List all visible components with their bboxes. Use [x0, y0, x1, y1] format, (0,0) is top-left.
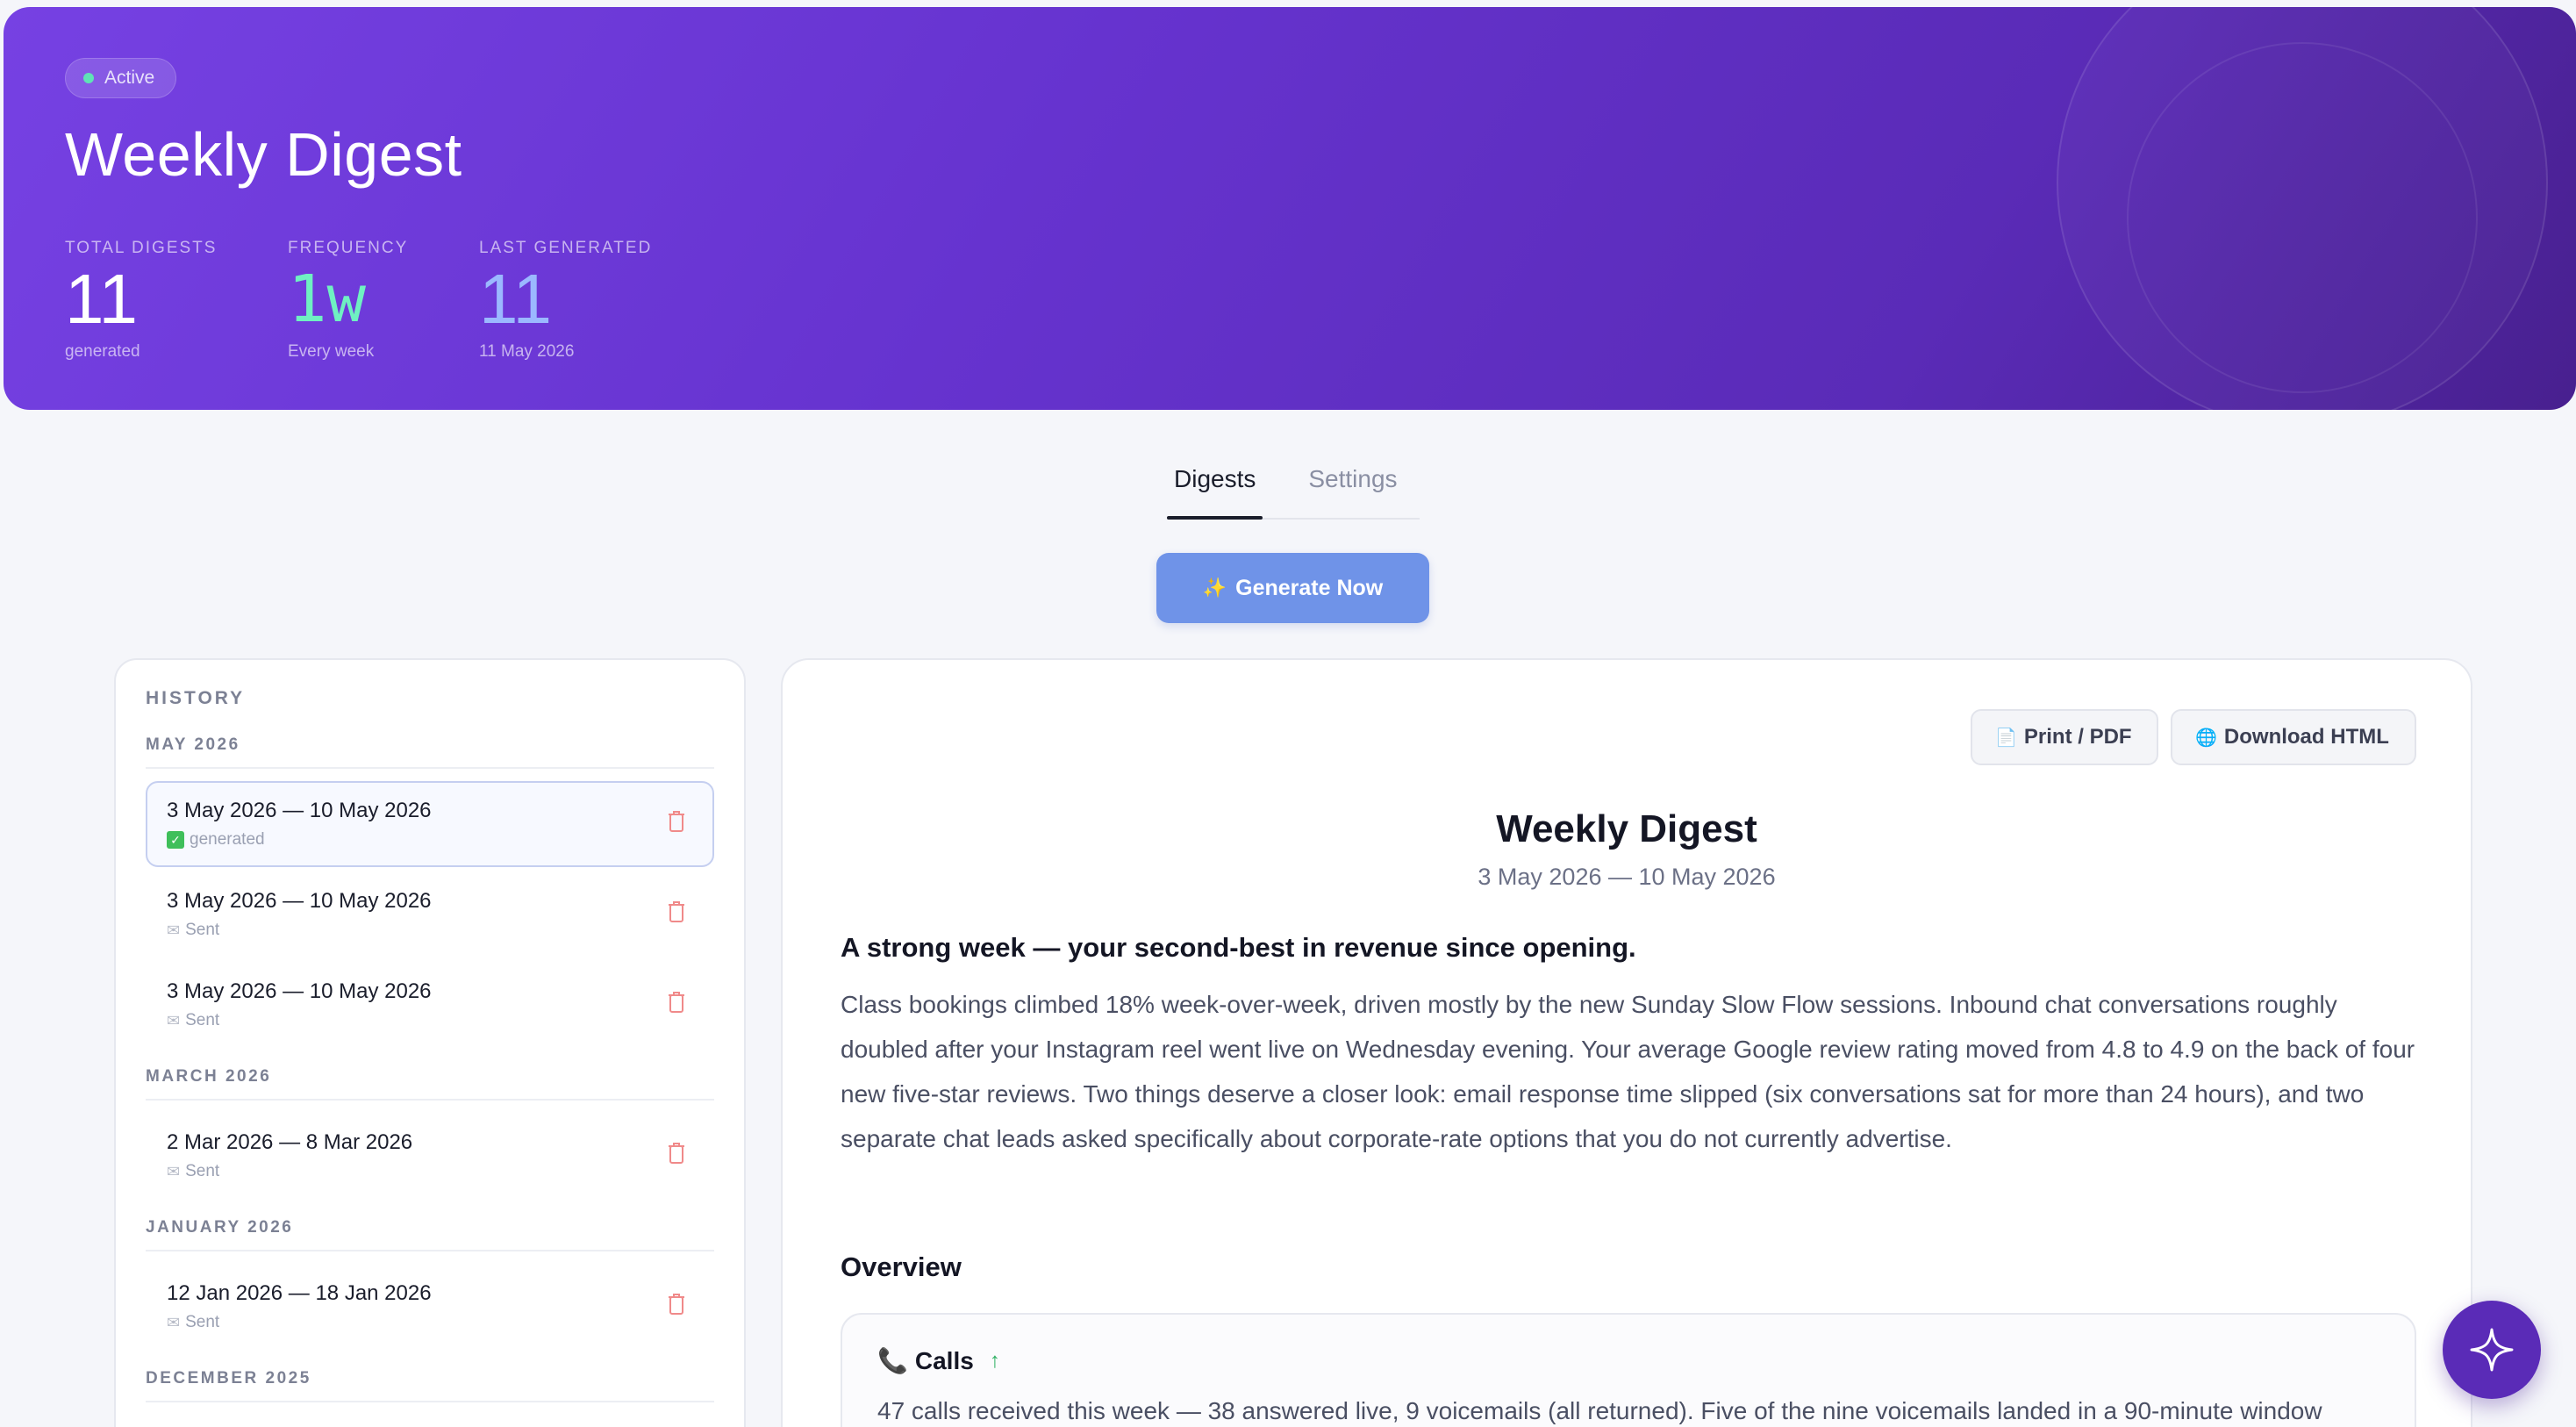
calls-text: 47 calls received this week — 38 answere… — [877, 1397, 2322, 1424]
trash-icon[interactable] — [667, 990, 686, 1015]
digest-date-range: 3 May 2026 — 10 May 2026 — [1478, 864, 1776, 890]
phone-icon: 📞 — [877, 1347, 908, 1374]
history-entry-range: 3 May 2026 — 10 May 2026 — [167, 889, 432, 913]
history-entry[interactable]: 3 May 2026 — 10 May 2026 ✉ Sent — [146, 962, 714, 1048]
document-icon: 📄 — [1995, 728, 2017, 748]
history-panel: HISTORY MAY 2026 3 May 2026 — 10 May 202… — [114, 658, 746, 1427]
calls-header: 📞 Calls ↑ — [877, 1346, 1000, 1375]
stat-value: 1w — [288, 262, 367, 337]
check-icon: ✓ — [167, 831, 184, 849]
history-entry-status: ✉ Sent — [167, 921, 693, 940]
stat-frequency: FREQUENCY 1w Every week — [288, 239, 408, 362]
status-badge: Active — [65, 58, 177, 98]
history-entry-status-label: Sent — [185, 1313, 220, 1331]
digest-card: 📄 Print / PDF 🌐 Download HTML Weekly Dig… — [781, 658, 2472, 1427]
stat-label: LAST GENERATED — [479, 239, 653, 257]
stat-value: 11 — [65, 260, 139, 338]
history-entry[interactable]: 2 Mar 2026 — 8 Mar 2026 ✉ Sent — [146, 1113, 714, 1199]
history-group-may-2026: MAY 2026 3 May 2026 — 10 May 2026 ✓ gene… — [146, 735, 714, 1048]
digest-body: Class bookings climbed 18% week-over-wee… — [841, 991, 2415, 1152]
trend-up-icon: ↑ — [989, 1348, 1000, 1373]
hero-banner: Active Weekly Digest TOTAL DIGESTS 11 ge… — [4, 7, 2576, 410]
history-group-january-2026: JANUARY 2026 12 Jan 2026 — 18 Jan 2026 ✉… — [146, 1218, 714, 1350]
tab-digests[interactable]: Digests — [1166, 465, 1263, 520]
history-entry-status-label: generated — [190, 830, 265, 849]
calls-title: Calls — [914, 1346, 974, 1374]
history-group-march-2026: MARCH 2026 2 Mar 2026 — 8 Mar 2026 ✉ Sen… — [146, 1067, 714, 1199]
tab-bar: Digests Settings — [1166, 465, 1420, 520]
print-pdf-button[interactable]: 📄 Print / PDF — [1971, 709, 2158, 765]
status-badge-label: Active — [104, 68, 155, 88]
page-title: Weekly Digest — [65, 120, 462, 189]
history-title: HISTORY — [146, 688, 246, 708]
history-group-label: DECEMBER 2025 — [146, 1369, 714, 1402]
generate-now-label: Generate Now — [1235, 575, 1384, 600]
mail-icon: ✉ — [167, 1162, 181, 1180]
history-entry-status-label: Sent — [185, 1011, 220, 1029]
calls-section: 📞 Calls ↑ 47 calls received this week — … — [841, 1313, 2416, 1427]
mail-icon: ✉ — [167, 1011, 181, 1029]
history-entry[interactable]: 3 May 2026 — 10 May 2026 ✉ Sent — [146, 871, 714, 957]
history-entry-range: 2 Mar 2026 — 8 Mar 2026 — [167, 1130, 413, 1154]
history-entry-range: 12 Jan 2026 — 18 Jan 2026 — [167, 1281, 432, 1305]
stat-sub: generated — [65, 342, 140, 361]
trash-icon[interactable] — [667, 1141, 686, 1165]
tab-settings[interactable]: Settings — [1308, 465, 1397, 518]
stat-total-digests: TOTAL DIGESTS 11 generated — [65, 239, 217, 362]
history-entry-status: ✉ Sent — [167, 1162, 693, 1181]
trash-icon[interactable] — [667, 900, 686, 924]
status-dot-icon — [83, 73, 94, 83]
decorative-circle — [2127, 42, 2478, 393]
mail-icon: ✉ — [167, 1313, 181, 1331]
history-group-label: MAY 2026 — [146, 735, 714, 769]
download-html-button[interactable]: 🌐 Download HTML — [2171, 709, 2416, 765]
stat-label: FREQUENCY — [288, 239, 409, 257]
globe-icon: 🌐 — [2195, 728, 2217, 748]
digest-title: Weekly Digest — [1496, 807, 1757, 850]
history-entry-status: ✉ Sent — [167, 1011, 693, 1030]
sparkle-icon — [2470, 1328, 2514, 1372]
stat-label: TOTAL DIGESTS — [65, 239, 218, 257]
overview-heading: Overview — [841, 1251, 962, 1282]
history-entry[interactable]: 12 Jan 2026 — 18 Jan 2026 ✉ Sent — [146, 1264, 714, 1350]
stat-last-generated: LAST GENERATED 11 11 May 2026 — [479, 239, 652, 362]
generate-now-button[interactable]: ✨ Generate Now — [1156, 553, 1429, 623]
stat-sub: 11 May 2026 — [479, 342, 575, 361]
download-html-label: Download HTML — [2223, 725, 2389, 749]
stat-sub: Every week — [288, 342, 375, 361]
assistant-fab-button[interactable] — [2443, 1301, 2541, 1399]
digest-lead: A strong week — your second-best in reve… — [841, 932, 1636, 963]
trash-icon[interactable] — [667, 809, 686, 834]
history-group-label: JANUARY 2026 — [146, 1218, 714, 1251]
history-entry-range: 3 May 2026 — 10 May 2026 — [167, 799, 432, 822]
sparkles-icon: ✨ — [1202, 577, 1227, 599]
history-entry-status: ✉ Sent — [167, 1313, 693, 1332]
history-entry-status-label: Sent — [185, 921, 220, 939]
history-group-label: MARCH 2026 — [146, 1067, 714, 1101]
mail-icon: ✉ — [167, 921, 181, 939]
history-entry-status-label: Sent — [185, 1162, 220, 1180]
history-entry-status: ✓ generated — [167, 830, 693, 850]
history-group-december-2025: DECEMBER 2025 — [146, 1369, 714, 1402]
stat-value: 11 — [479, 260, 553, 338]
history-entry-range: 3 May 2026 — 10 May 2026 — [167, 979, 432, 1003]
trash-icon[interactable] — [667, 1292, 686, 1316]
print-pdf-label: Print / PDF — [2023, 725, 2132, 749]
history-entry[interactable]: 3 May 2026 — 10 May 2026 ✓ generated — [146, 781, 714, 867]
